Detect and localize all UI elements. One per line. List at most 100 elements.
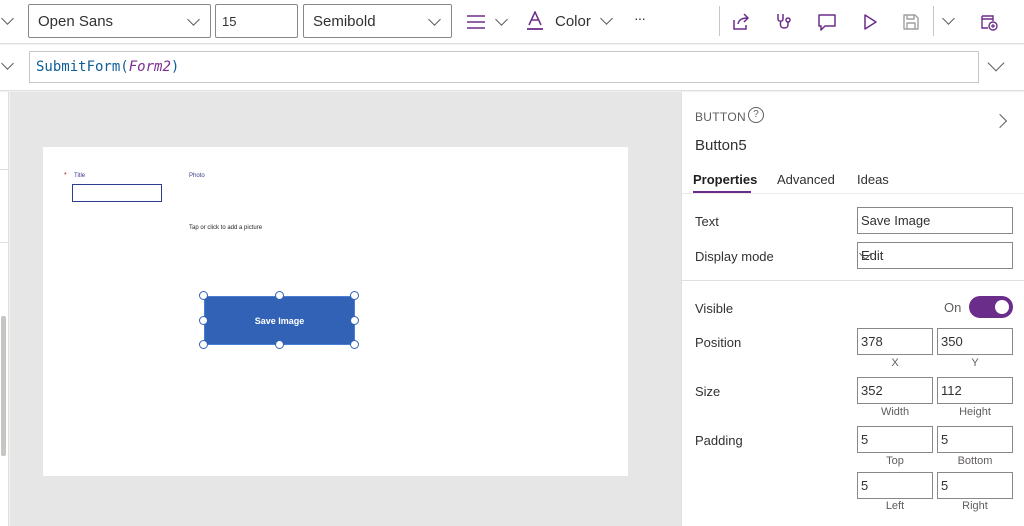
chevron-down-icon[interactable]: [1, 12, 14, 25]
resize-handle[interactable]: [275, 340, 284, 349]
required-indicator: *: [64, 172, 67, 179]
formula-function: SubmitForm: [36, 59, 121, 75]
preview-button[interactable]: [857, 9, 883, 35]
text-property-value: Save Image: [861, 213, 931, 228]
font-color-button[interactable]: Color: [526, 10, 616, 34]
padding-left-input[interactable]: 5: [857, 472, 933, 499]
play-icon: [864, 14, 877, 30]
comments-button[interactable]: [814, 9, 840, 35]
resize-handle[interactable]: [199, 316, 208, 325]
toolbar-divider: [933, 6, 934, 36]
chevron-down-icon: [428, 13, 441, 26]
chevron-down-icon[interactable]: [987, 54, 1005, 72]
chevron-down-icon[interactable]: [942, 12, 955, 25]
font-size-value: 15: [222, 14, 237, 29]
tab-ideas[interactable]: Ideas: [857, 172, 889, 187]
control-type-label: BUTTON: [695, 110, 746, 124]
padding-bottom-input[interactable]: 5: [937, 426, 1013, 453]
size-height-value: 112: [941, 383, 962, 398]
divider: [682, 280, 1024, 281]
tab-advanced[interactable]: Advanced: [777, 172, 835, 187]
toggle-knob: [995, 300, 1009, 314]
position-label: Position: [695, 335, 742, 350]
padding-top-input[interactable]: 5: [857, 426, 933, 453]
help-icon[interactable]: ?: [748, 107, 764, 123]
padding-bottom-caption: Bottom: [957, 455, 993, 467]
formula-bar: SubmitForm(Form2): [0, 45, 1024, 91]
formula-text: SubmitForm(Form2): [36, 59, 179, 75]
padding-right-value: 5: [941, 478, 949, 493]
tree-view-strip: [0, 92, 9, 526]
position-y-input[interactable]: 350: [937, 328, 1013, 355]
font-weight-value: Semibold: [313, 13, 376, 30]
font-family-value: Open Sans: [38, 13, 114, 30]
padding-bottom-value: 5: [941, 432, 949, 447]
title-field-label: Title: [74, 173, 86, 179]
padding-left-value: 5: [861, 478, 869, 493]
app-checker-button[interactable]: [771, 9, 797, 35]
command-bar: Open Sans 15 Semibold Color ···: [0, 0, 1024, 44]
size-height-input[interactable]: 112: [937, 377, 1013, 404]
comments-icon: [818, 14, 836, 31]
position-y-value: 350: [941, 334, 963, 349]
size-height-caption: Height: [959, 406, 991, 418]
font-family-select[interactable]: Open Sans: [28, 4, 211, 38]
share-icon: [733, 13, 750, 30]
padding-top-value: 5: [861, 432, 869, 447]
text-property-label: Text: [695, 214, 719, 229]
text-property-input[interactable]: Save Image: [857, 207, 1013, 234]
display-mode-label: Display mode: [695, 249, 774, 264]
save-icon: [903, 14, 919, 30]
resize-handle[interactable]: [275, 291, 284, 300]
app-checker-icon: [777, 14, 791, 29]
save-button[interactable]: [898, 9, 924, 35]
visible-toggle[interactable]: [969, 296, 1013, 318]
properties-panel: BUTTON ? Button5 Properties Advanced Ide…: [681, 92, 1024, 526]
padding-left-caption: Left: [885, 500, 905, 512]
resize-handle[interactable]: [350, 340, 359, 349]
padding-right-input[interactable]: 5: [937, 472, 1013, 499]
chevron-down-icon: [495, 13, 508, 26]
chevron-down-icon: [600, 12, 613, 25]
font-color-icon: [527, 11, 543, 30]
title-input[interactable]: [72, 184, 162, 202]
photo-field-label: Photo: [189, 173, 205, 179]
resize-handle[interactable]: [199, 291, 208, 300]
position-x-caption: X: [891, 357, 899, 369]
toolbar-divider: [719, 6, 720, 36]
publish-icon: [981, 15, 998, 31]
more-options-button[interactable]: ···: [634, 10, 646, 26]
size-width-input[interactable]: 352: [857, 377, 933, 404]
font-size-input[interactable]: 15: [215, 4, 298, 38]
formula-close-paren: ): [170, 59, 180, 75]
font-weight-select[interactable]: Semibold: [303, 4, 452, 38]
divider: [0, 169, 9, 170]
tab-properties[interactable]: Properties: [693, 172, 757, 187]
divider: [0, 242, 9, 243]
text-align-button[interactable]: [466, 12, 510, 32]
size-label: Size: [695, 384, 721, 399]
chevron-down-icon: [187, 13, 200, 26]
display-mode-select[interactable]: Edit: [857, 242, 1013, 269]
position-x-input[interactable]: 378: [857, 328, 933, 355]
resize-handle[interactable]: [350, 291, 359, 300]
formula-open-paren: (: [120, 59, 129, 75]
formula-input[interactable]: SubmitForm(Form2): [29, 51, 979, 83]
padding-label: Padding: [695, 433, 743, 448]
publish-button[interactable]: [976, 9, 1002, 35]
scrollbar[interactable]: [1, 316, 6, 456]
share-button[interactable]: [728, 9, 754, 35]
padding-top-caption: Top: [886, 455, 904, 467]
position-y-caption: Y: [971, 357, 979, 369]
control-name[interactable]: Button5: [695, 137, 747, 154]
resize-handle[interactable]: [199, 340, 208, 349]
position-x-value: 378: [861, 334, 883, 349]
font-color-label: Color: [555, 13, 591, 30]
save-image-button[interactable]: Save Image: [204, 296, 355, 345]
chevron-right-icon[interactable]: [992, 113, 1008, 129]
divider: [682, 193, 1024, 194]
chevron-down-icon[interactable]: [1, 57, 14, 70]
add-picture-prompt[interactable]: Tap or click to add a picture: [189, 225, 262, 231]
resize-handle[interactable]: [350, 316, 359, 325]
visible-state-label: On: [944, 300, 962, 315]
